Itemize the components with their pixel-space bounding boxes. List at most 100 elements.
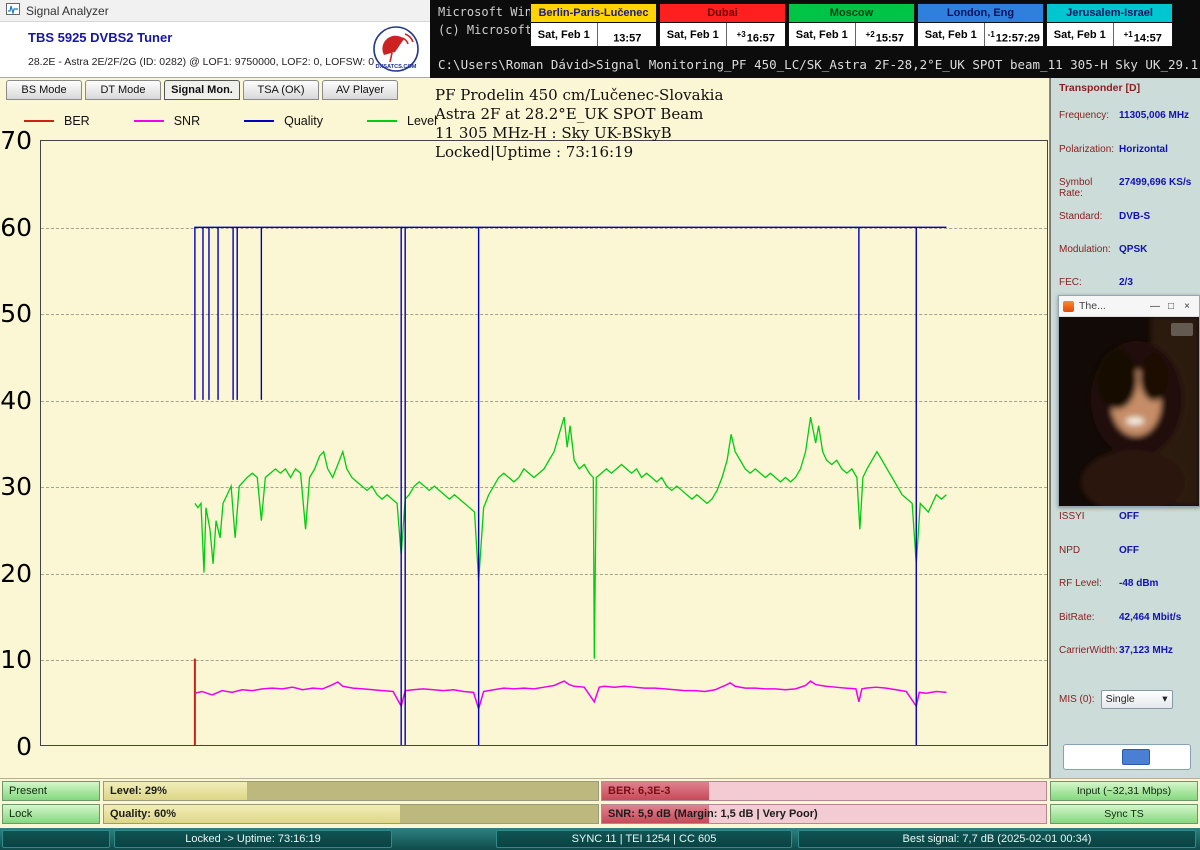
snr-line-swatch xyxy=(134,120,164,122)
channel-watermark xyxy=(1171,323,1193,336)
statusbar-blank-segment xyxy=(2,830,110,848)
clock-date: Sat, Feb 1 xyxy=(660,23,727,46)
clock-offset: +2 xyxy=(866,30,875,39)
tp-row-npd: NPD OFF xyxy=(1059,545,1197,556)
clock-city-label: Dubai xyxy=(659,3,786,22)
clock-london: London, Eng Sat, Feb 1 -112:57:29 xyxy=(917,3,1044,49)
chart-legend: BER SNR Quality Level xyxy=(24,114,437,128)
legend-ber: BER xyxy=(24,114,90,128)
snr-bar: SNR: 5,9 dB (Margin: 1,5 dB | Very Poor) xyxy=(601,804,1047,824)
snr-bar-label: SNR: 5,9 dB (Margin: 1,5 dB | Very Poor) xyxy=(608,805,818,824)
video-titlebar[interactable]: The... — □ × xyxy=(1059,296,1199,317)
tp-row-carrier-width: CarrierWidth: 37,123 MHz xyxy=(1059,645,1197,656)
clock-time: 13:57 xyxy=(598,23,656,46)
y-axis-tick: 60 xyxy=(0,213,32,242)
tp-row-modulation: Modulation: QPSK xyxy=(1059,244,1197,255)
clock-time: +114:57 xyxy=(1114,23,1172,46)
clock-offset: +1 xyxy=(1124,30,1133,39)
terminal-prompt-line[interactable]: C:\Users\Roman Dávid>Signal Monitoring_P… xyxy=(438,57,1200,72)
tab-dt-mode[interactable]: DT Mode xyxy=(85,80,161,100)
transponder-header: Transponder [D] xyxy=(1059,82,1140,94)
quality-progress-bar: Quality: 60% xyxy=(103,804,599,824)
level-progress-label: Level: 29% xyxy=(110,782,167,801)
chart-series-svg xyxy=(41,141,1047,745)
buffer-indicator xyxy=(1063,744,1191,770)
tp-row-frequency: Frequency: 11305,006 MHz xyxy=(1059,110,1197,121)
video-player-window: The... — □ × xyxy=(1058,295,1200,507)
buffer-thumb[interactable] xyxy=(1122,749,1150,765)
legend-quality: Quality xyxy=(244,114,323,128)
clock-city-label: London, Eng xyxy=(917,3,1044,22)
clock-date: Sat, Feb 1 xyxy=(789,23,856,46)
clock-time: +215:57 xyxy=(856,23,914,46)
clock-berlin: Berlin-Paris-Lučenec Sat, Feb 1 13:57 xyxy=(530,3,657,49)
annotation-line: 11 305 MHz-H : Sky UK-BSkyB xyxy=(435,124,723,143)
minimize-icon[interactable]: — xyxy=(1147,301,1163,312)
signal-analyzer-app: Microsoft Wind (c) Microsoft C:\Users\Ro… xyxy=(0,0,1200,850)
y-axis-tick: 10 xyxy=(0,645,32,674)
clock-date: Sat, Feb 1 xyxy=(531,23,598,46)
clock-date: Sat, Feb 1 xyxy=(1047,23,1114,46)
clock-time: +316:57 xyxy=(727,23,785,46)
terminal-text: Microsoft Wind xyxy=(438,5,539,19)
ber-bar-label: BER: 6,3E-3 xyxy=(608,782,670,801)
clock-time: -112:57:29 xyxy=(985,23,1043,46)
clock-date: Sat, Feb 1 xyxy=(918,23,985,46)
sync-ts-indicator: Sync TS xyxy=(1050,804,1198,824)
y-axis-tick: 40 xyxy=(0,386,32,415)
mis-dropdown[interactable]: Single ▾ xyxy=(1101,690,1173,709)
lock-indicator: Lock xyxy=(2,804,100,824)
tab-av-player[interactable]: AV Player xyxy=(322,80,398,100)
monitoring-annotation: PF Prodelin 450 cm/Lučenec-Slovakia Astr… xyxy=(435,86,723,162)
clock-moscow: Moscow Sat, Feb 1 +215:57 xyxy=(788,3,915,49)
tp-row-fec: FEC: 2/3 xyxy=(1059,277,1197,288)
tab-bs-mode[interactable]: BS Mode xyxy=(6,80,82,100)
world-clocks-bar: Berlin-Paris-Lučenec Sat, Feb 1 13:57 Du… xyxy=(530,3,1175,49)
statusbar-sync-counters: SYNC 11 | TEI 1254 | CC 605 xyxy=(496,830,792,848)
tuner-title: TBS 5925 DVBS2 Tuner xyxy=(28,30,172,45)
window-title: Signal Analyzer xyxy=(26,4,109,18)
level-progress-bar: Level: 29% xyxy=(103,781,599,801)
clock-offset: +3 xyxy=(737,30,746,39)
y-axis-tick: 20 xyxy=(0,559,32,588)
legend-level: Level xyxy=(367,114,437,128)
level-line-swatch xyxy=(367,120,397,122)
y-axis-tick: 30 xyxy=(0,472,32,501)
mode-tabs: BS Mode DT Mode Signal Mon. TSA (OK) AV … xyxy=(6,80,398,100)
annotation-line: Astra 2F at 28.2°E_UK SPOT Beam xyxy=(435,105,723,124)
y-axis-tick: 70 xyxy=(0,126,32,155)
tab-tsa[interactable]: TSA (OK) xyxy=(243,80,319,100)
annotation-line: Locked|Uptime : 73:16:19 xyxy=(435,143,723,162)
terminal-text: (c) Microsoft xyxy=(438,23,532,37)
tab-signal-mon[interactable]: Signal Mon. xyxy=(164,80,240,100)
clock-dubai: Dubai Sat, Feb 1 +316:57 xyxy=(659,3,786,49)
tuner-subtitle: 28.2E - Astra 2E/2F/2G (ID: 0282) @ LOF1… xyxy=(28,56,374,68)
y-axis-labels: 010203040506070 xyxy=(0,140,35,746)
statusbar-uptime: Locked -> Uptime: 73:16:19 xyxy=(114,830,392,848)
clock-city-label: Berlin-Paris-Lučenec xyxy=(530,3,657,22)
video-thumbnail[interactable] xyxy=(1059,317,1199,506)
tp-row-bitrate: BitRate: 42,464 Mbit/s xyxy=(1059,612,1197,623)
y-axis-tick: 50 xyxy=(0,299,32,328)
clock-city-label: Moscow xyxy=(788,3,915,22)
status-strip: Present Level: 29% BER: 6,3E-3 Input (~3… xyxy=(0,778,1200,828)
input-rate-indicator: Input (~32,31 Mbps) xyxy=(1050,781,1198,801)
tp-row-symbol-rate: Symbol Rate: 27499,696 KS/s xyxy=(1059,177,1197,199)
tp-row-rf-level: RF Level: -48 dBm xyxy=(1059,578,1197,589)
svg-text:DXSATCS.COM: DXSATCS.COM xyxy=(376,64,417,70)
analyzer-window-header: Signal Analyzer TBS 5925 DVBS2 Tuner 28.… xyxy=(0,0,430,78)
ber-line-swatch xyxy=(24,120,54,122)
present-indicator: Present xyxy=(2,781,100,801)
clock-jerusalem: Jerusalem-Israel Sat, Feb 1 +114:57 xyxy=(1046,3,1173,49)
dxsatcs-logo: DXSATCS.COM xyxy=(368,24,424,81)
quality-line-swatch xyxy=(244,120,274,122)
clock-city-label: Jerusalem-Israel xyxy=(1046,3,1173,22)
clock-offset: -1 xyxy=(988,30,995,39)
tp-row-issyi: ISSYI OFF xyxy=(1059,511,1197,522)
close-icon[interactable]: × xyxy=(1179,301,1195,312)
bottom-statusbar: Locked -> Uptime: 73:16:19 SYNC 11 | TEI… xyxy=(0,828,1200,850)
maximize-icon[interactable]: □ xyxy=(1163,301,1179,312)
ber-bar: BER: 6,3E-3 xyxy=(601,781,1047,801)
legend-snr: SNR xyxy=(134,114,200,128)
video-app-icon xyxy=(1063,301,1074,312)
